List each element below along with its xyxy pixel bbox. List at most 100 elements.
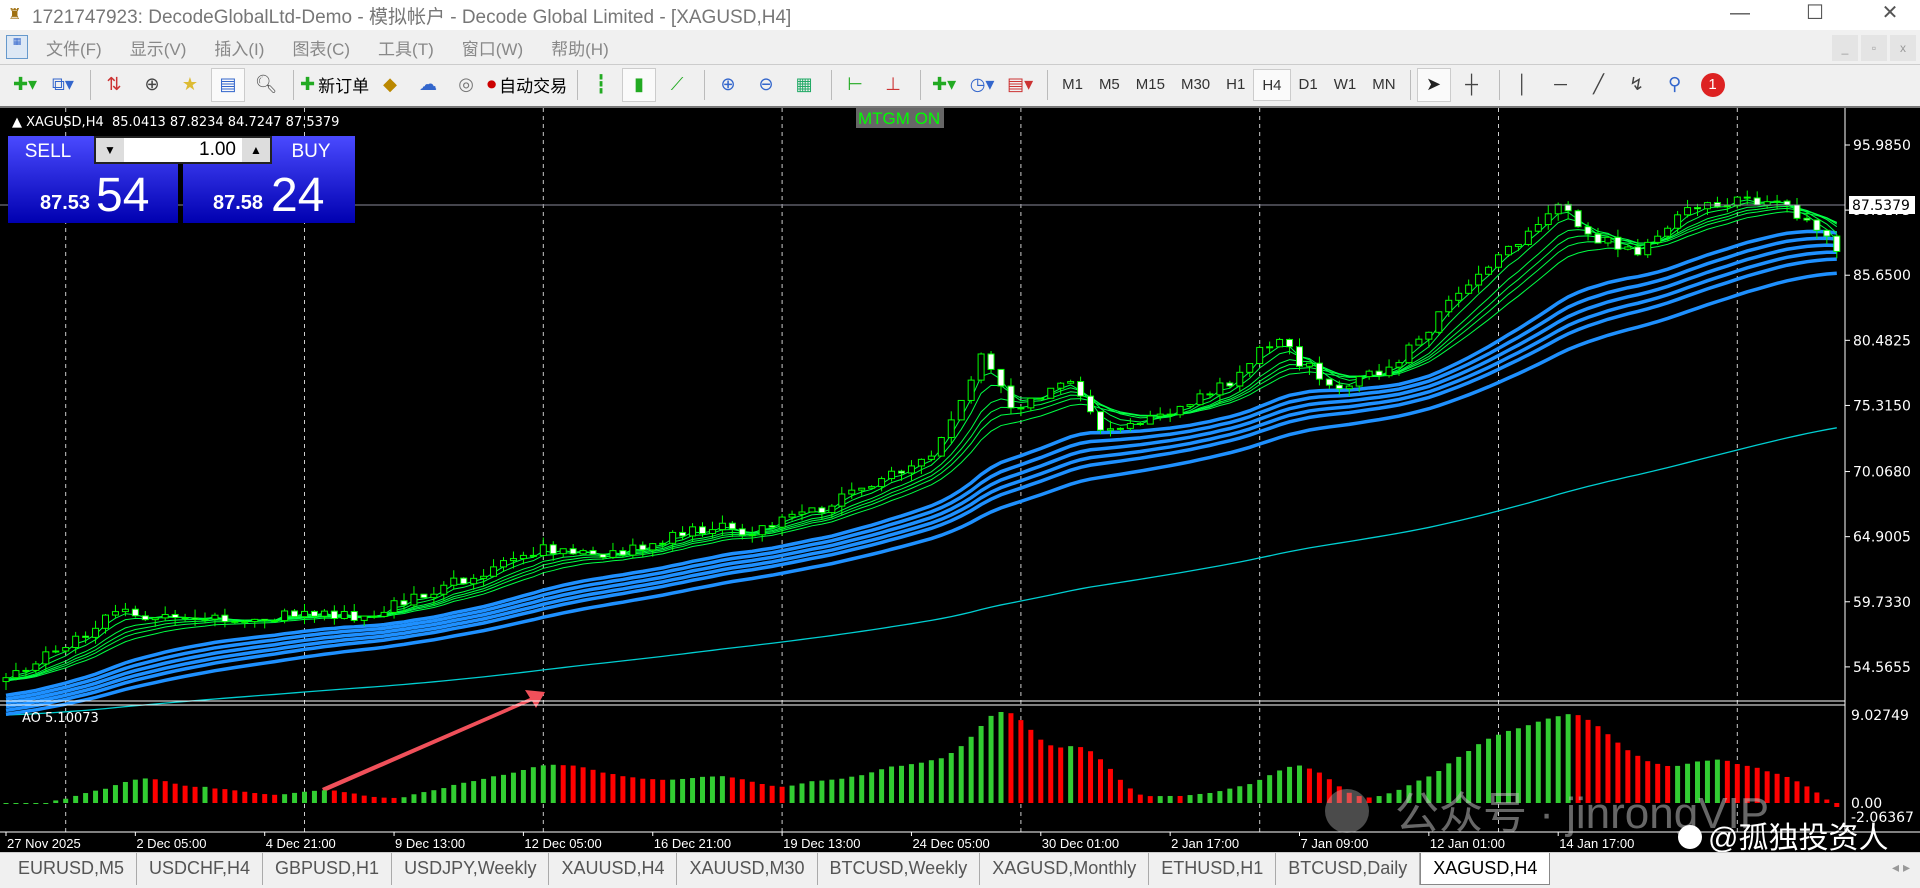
- zoom-in-icon[interactable]: ⊕: [711, 68, 745, 102]
- menu-charts[interactable]: 图表(C): [292, 35, 350, 60]
- mdi-restore-button[interactable]: ▫: [1861, 35, 1887, 61]
- new-order-button[interactable]: ✚ 新订单: [300, 68, 369, 102]
- close-button[interactable]: ✕: [1860, 0, 1920, 30]
- crosshair-target-icon[interactable]: ⊕: [135, 68, 169, 102]
- ao-bar: [709, 776, 715, 803]
- mdi-minimize-button[interactable]: _: [1832, 35, 1858, 61]
- bar-chart-icon[interactable]: ┇: [584, 68, 618, 102]
- ao-bar: [938, 758, 944, 803]
- ao-bar: [232, 790, 238, 803]
- mdi-close-button[interactable]: x: [1890, 35, 1916, 61]
- ao-bar: [222, 789, 228, 803]
- ao-bar: [1078, 747, 1084, 803]
- ao-bar: [769, 785, 775, 803]
- search-icon[interactable]: ⚲: [1658, 68, 1692, 102]
- ao-bar: [501, 774, 506, 803]
- chart-tab[interactable]: USDCHF,H4: [137, 853, 264, 885]
- candle: [92, 620, 100, 644]
- chart-window[interactable]: 95.985090.817585.650080.482575.315070.06…: [0, 106, 1920, 854]
- candle: [161, 606, 169, 622]
- lot-size-input[interactable]: 1.00: [124, 138, 242, 162]
- cursor-arrow-icon[interactable]: ➤: [1416, 67, 1451, 102]
- horizontal-line-icon[interactable]: ─: [1544, 68, 1578, 102]
- periods-clock-icon[interactable]: ◷▾: [965, 68, 999, 102]
- menu-window[interactable]: 窗口(W): [462, 35, 523, 60]
- chart-tab[interactable]: XAGUSD,H4: [1420, 853, 1551, 885]
- chart-tab[interactable]: BTCUSD,Weekly: [818, 853, 981, 885]
- candle: [997, 368, 1005, 394]
- chart-tab[interactable]: USDJPY,Weekly: [392, 853, 550, 885]
- timeframe-m5[interactable]: M5: [1091, 69, 1128, 101]
- chart-tab[interactable]: BTCUSD,Daily: [1276, 853, 1421, 885]
- separator: [1498, 69, 1500, 100]
- chart-tab[interactable]: EURUSD,M5: [6, 853, 138, 885]
- lot-decrease-icon[interactable]: ▼: [96, 138, 124, 162]
- maximize-button[interactable]: ☐: [1785, 0, 1845, 30]
- ao-bar: [580, 767, 586, 803]
- timeframe-mn[interactable]: MN: [1364, 69, 1403, 101]
- profiles-icon[interactable]: ⧉▾: [46, 68, 80, 102]
- candle: [420, 593, 428, 599]
- community-icon[interactable]: ☁: [411, 68, 445, 102]
- separator: [293, 69, 294, 100]
- candle: [1017, 406, 1025, 417]
- candlestick-icon[interactable]: ▮: [622, 67, 657, 102]
- notifications-button[interactable]: 1: [1696, 68, 1730, 102]
- timeframe-h4[interactable]: H4: [1253, 68, 1291, 101]
- strategy-tester-icon[interactable]: 🔍︎: [249, 68, 283, 102]
- menu-tools[interactable]: 工具(T): [378, 35, 434, 60]
- indicators-icon[interactable]: ✚▾: [927, 68, 961, 102]
- chart-tab[interactable]: ETHUSD,H1: [1149, 853, 1277, 885]
- timeframe-w1[interactable]: W1: [1326, 69, 1365, 101]
- navigator-icon[interactable]: ★: [173, 68, 207, 102]
- ao-bar: [1088, 751, 1094, 803]
- candle: [1385, 359, 1393, 378]
- vertical-line-icon[interactable]: │: [1506, 68, 1540, 102]
- menu-view[interactable]: 显示(V): [130, 35, 187, 60]
- chart-tab[interactable]: XAUUSD,H4: [549, 853, 678, 885]
- more-objects-icon[interactable]: ↯: [1620, 68, 1654, 102]
- lot-size-stepper[interactable]: ▼ 1.00 ▲: [94, 136, 272, 164]
- timeframe-m15[interactable]: M15: [1128, 69, 1173, 101]
- candle: [1654, 230, 1662, 245]
- candle: [1465, 279, 1473, 295]
- trendline-icon[interactable]: ╱: [1582, 68, 1616, 102]
- new-chart-icon[interactable]: ✚▾: [8, 68, 42, 102]
- menu-insert[interactable]: 插入(I): [214, 35, 264, 60]
- chart-shift-icon[interactable]: ⊢: [838, 68, 872, 102]
- auto-trading-button[interactable]: ⏺ 自动交易: [487, 68, 567, 102]
- ao-bar: [700, 776, 705, 803]
- crosshair-icon[interactable]: ┼: [1455, 68, 1489, 102]
- toolbar: ✚▾ ⧉▾ ⇅ ⊕ ★ ▤ 🔍︎ ✚ 新订单 ◆ ☁ ◎ ⏺ 自动交易 ┇ ▮ ⟋ …: [0, 64, 1920, 104]
- ao-bar: [948, 753, 954, 803]
- candle: [808, 507, 816, 513]
- chart-tabs: EURUSD,M5 USDCHF,H4 GBPUSD,H1 USDJPY,Weekly…: [0, 852, 1920, 888]
- chart-window-icon: ▦: [6, 35, 28, 59]
- ao-bar: [282, 794, 288, 803]
- timeframe-m30[interactable]: M30: [1173, 69, 1218, 101]
- lot-increase-icon[interactable]: ▲: [242, 138, 270, 162]
- templates-icon[interactable]: ▤▾: [1003, 68, 1037, 102]
- tile-windows-icon[interactable]: ▦: [787, 68, 821, 102]
- timeframe-m1[interactable]: M1: [1054, 69, 1091, 101]
- chart-tab[interactable]: XAGUSD,Monthly: [980, 853, 1150, 885]
- market-watch-icon[interactable]: ⇅: [97, 68, 131, 102]
- ao-bar: [272, 794, 278, 803]
- chart-tab[interactable]: XAUUSD,M30: [677, 853, 818, 885]
- ma-fast-line: [5, 211, 1837, 682]
- timeframe-h1[interactable]: H1: [1218, 69, 1253, 101]
- ao-bar: [1774, 773, 1780, 803]
- chart-tab[interactable]: GBPUSD,H1: [263, 853, 393, 885]
- zoom-out-icon[interactable]: ⊖: [749, 68, 783, 102]
- metaeditor-icon[interactable]: ◆: [373, 68, 407, 102]
- minimize-button[interactable]: —: [1710, 0, 1770, 30]
- auto-scroll-icon[interactable]: ⊥: [876, 68, 910, 102]
- line-chart-icon[interactable]: ⟋: [660, 68, 694, 102]
- menu-file[interactable]: 文件(F): [46, 35, 102, 60]
- timeframe-d1[interactable]: D1: [1291, 69, 1326, 101]
- tab-scroll-arrows-icon[interactable]: ◂ ▸: [1892, 859, 1910, 876]
- terminal-icon[interactable]: ▤: [211, 67, 245, 102]
- buy-label: BUY: [291, 141, 331, 162]
- menu-help[interactable]: 帮助(H): [551, 35, 609, 60]
- signals-icon[interactable]: ◎: [449, 68, 483, 102]
